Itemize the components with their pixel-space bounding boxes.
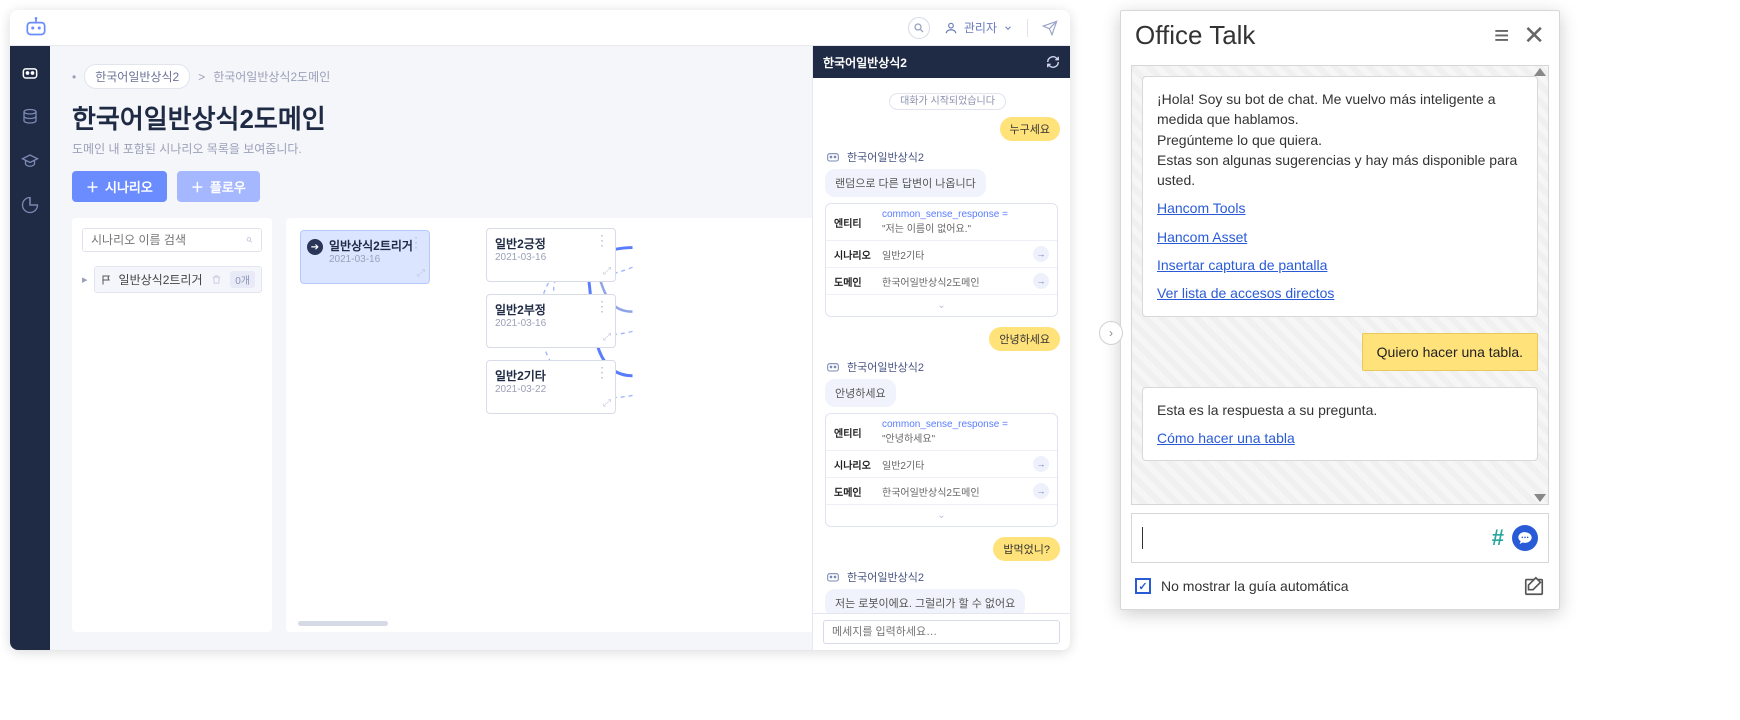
ot-bot-answer: Esta es la respuesta a su pregunta. Cómo… (1142, 387, 1538, 462)
bot-header: 한국어일반상식2 (825, 149, 1070, 165)
ot-link-1[interactable]: Hancom Tools (1157, 198, 1523, 218)
search-input[interactable] (91, 233, 246, 247)
ot-link-2[interactable]: Hancom Asset (1157, 227, 1523, 247)
tree-item[interactable]: 일반상식2트리거 0개 (94, 266, 262, 293)
tree-item-label: 일반상식2트리거 (119, 271, 203, 288)
chevron-down-icon (1003, 23, 1013, 33)
node-menu-icon[interactable]: ⋮ (595, 301, 609, 311)
ot-user-message: Quiero hacer una tabla. (1142, 333, 1538, 371)
bot-header: 한국어일반상식2 (825, 359, 1070, 375)
close-icon[interactable]: ✕ (1523, 20, 1545, 51)
expand-handle-icon[interactable]: › (1099, 321, 1123, 345)
send-icon[interactable] (1042, 20, 1058, 36)
tree-toggle-icon[interactable]: ▸ (82, 273, 88, 286)
search-icon (246, 234, 253, 246)
user-message: 밥먹었니? (825, 537, 1060, 561)
bot-icon (825, 359, 841, 375)
flag-icon (101, 274, 113, 286)
go-icon[interactable]: → (1033, 483, 1049, 499)
ot-title-bar: Office Talk ≡ ✕ (1121, 11, 1559, 59)
info-card: 엔티티common_sense_response ="저는 이름이 없어요." … (825, 203, 1058, 317)
collapse-icon[interactable]: ⌄ (826, 505, 1057, 526)
nav-stats-icon[interactable] (19, 194, 41, 216)
user-message: 안녕하세요 (825, 327, 1060, 351)
bot-message: 랜덤으로 다른 답변이 나옵니다 (825, 169, 986, 197)
tree-item-count: 0개 (230, 271, 255, 288)
topbar: 관리자 (10, 10, 1070, 46)
flow-node-2[interactable]: 일반2부정 2021-03-16 ⋮ ⤢ (486, 294, 616, 348)
chatbot-builder-window: 관리자 • 한국어일반상식2 > 한국어일반상식2도메인 한국어일반상식2도메인… (10, 10, 1070, 650)
go-icon[interactable]: → (1033, 456, 1049, 472)
bot-icon (825, 149, 841, 165)
ot-chat-body[interactable]: ¡Hola! Soy su bot de chat. Me vuelvo más… (1131, 65, 1549, 505)
menu-icon[interactable]: ≡ (1494, 20, 1509, 51)
ot-bot-message: ¡Hola! Soy su bot de chat. Me vuelvo más… (1142, 76, 1538, 317)
resize-icon[interactable]: ⤢ (603, 332, 611, 343)
trash-icon[interactable] (211, 274, 222, 285)
breadcrumb-item-1[interactable]: 한국어일반상식2 (84, 64, 190, 89)
chat-input-area (813, 613, 1070, 650)
ot-link-4[interactable]: Ver lista de accesos directos (1157, 283, 1523, 303)
app-logo (22, 14, 50, 42)
user-label: 관리자 (964, 19, 997, 36)
resize-icon[interactable]: ⤢ (603, 398, 611, 409)
node-menu-icon[interactable]: ⋮ (595, 235, 609, 245)
flow-node-3[interactable]: 일반2기타 2021-03-22 ⋮ ⤢ (486, 360, 616, 414)
user-message: 누구세요 (825, 117, 1060, 141)
ot-footer: ✓ No mostrar la guía automática (1121, 563, 1559, 609)
collapse-icon[interactable]: ⌄ (826, 295, 1057, 316)
scroll-up-icon[interactable] (1534, 68, 1546, 76)
add-flow-button[interactable]: ＋플로우 (177, 171, 260, 202)
flow-node-start[interactable]: ➔ 일반상식2트리거 2021-03-16 ⋮ ⤢ (300, 230, 430, 284)
nav-bot-icon[interactable] (19, 62, 41, 84)
bot-icon (825, 569, 841, 585)
ot-link-3[interactable]: Insertar captura de pantalla (1157, 255, 1523, 275)
ot-title: Office Talk (1135, 20, 1255, 51)
nav-learn-icon[interactable] (19, 150, 41, 172)
info-card: 엔티티common_sense_response ="안녕하세요" 시나리오일반… (825, 413, 1058, 527)
ot-answer-link[interactable]: Cómo hacer una tabla (1157, 428, 1523, 448)
node-menu-icon[interactable]: ⋮ (409, 237, 423, 247)
flow-node-1[interactable]: 일반2긍정 2021-03-16 ⋮ ⤢ (486, 228, 616, 282)
chat-header: 한국어일반상식2 (813, 46, 1070, 78)
edit-icon[interactable] (1523, 575, 1545, 597)
bot-message: 저는 로봇이에요. 그럴리가 할 수 없어요 (825, 589, 1025, 613)
go-icon[interactable]: → (1033, 273, 1049, 289)
office-talk-window: › Office Talk ≡ ✕ ¡Hola! Soy su bot de c… (1120, 10, 1560, 610)
bot-message: 안녕하세요 (825, 379, 896, 407)
chat-test-panel: 한국어일반상식2 대화가 시작되었습니다 누구세요 한국어일반상식2 랜덤으로 … (812, 46, 1070, 650)
refresh-icon[interactable] (1046, 55, 1060, 69)
chat-body[interactable]: 대화가 시작되었습니다 누구세요 한국어일반상식2 랜덤으로 다른 답변이 나옵… (813, 78, 1070, 613)
node-menu-icon[interactable]: ⋮ (595, 367, 609, 377)
bot-header: 한국어일반상식2 (825, 569, 1070, 585)
ot-input-area[interactable]: # (1131, 513, 1549, 563)
send-bubble-icon[interactable] (1512, 525, 1538, 551)
scroll-down-icon[interactable] (1534, 494, 1546, 502)
add-scenario-button[interactable]: ＋시나리오 (72, 171, 167, 202)
system-message: 대화가 시작되었습니다 (825, 92, 1070, 107)
scenario-search[interactable] (82, 228, 262, 252)
canvas-h-scrollbar[interactable] (298, 621, 388, 626)
search-button[interactable] (908, 17, 930, 39)
start-badge-icon: ➔ (307, 239, 323, 255)
scenario-list-panel: ▸ 일반상식2트리거 0개 (72, 218, 272, 632)
hash-icon[interactable]: # (1492, 525, 1504, 551)
breadcrumb-item-2: 한국어일반상식2도메인 (213, 68, 330, 85)
text-caret (1142, 527, 1143, 549)
auto-guide-label: No mostrar la guía automática (1161, 578, 1349, 594)
resize-icon[interactable]: ⤢ (417, 268, 425, 279)
nav-data-icon[interactable] (19, 106, 41, 128)
left-nav (10, 46, 50, 650)
auto-guide-checkbox[interactable]: ✓ (1135, 578, 1151, 594)
user-menu[interactable]: 관리자 (944, 19, 1013, 36)
go-icon[interactable]: → (1033, 246, 1049, 262)
chat-input[interactable] (823, 620, 1060, 644)
resize-icon[interactable]: ⤢ (603, 266, 611, 277)
